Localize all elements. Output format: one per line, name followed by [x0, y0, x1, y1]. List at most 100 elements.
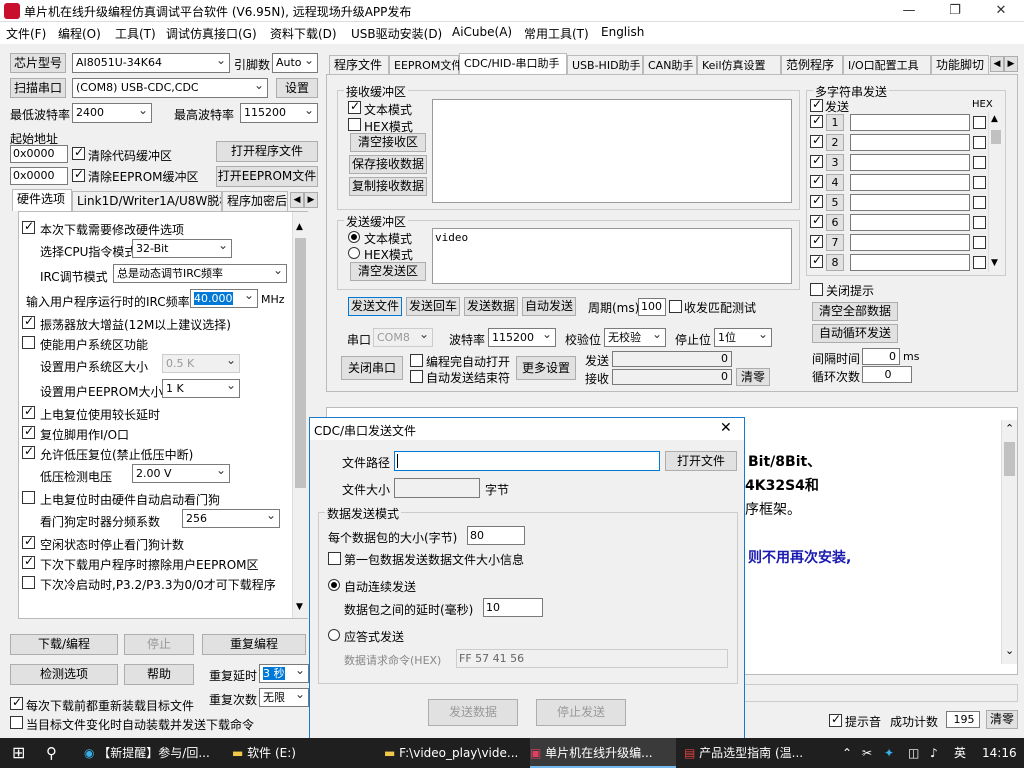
tab-eeprom-file[interactable]: EEPROM文件	[389, 55, 462, 75]
maximize-button[interactable]: ❐	[932, 0, 978, 22]
multi-row-send-checkbox[interactable]	[810, 173, 823, 188]
info-scrollbar[interactable]: ⌃ ⌄	[1001, 420, 1017, 664]
multi-row-send-checkbox[interactable]	[810, 153, 823, 168]
multi-scroll-down-icon[interactable]: ▼	[991, 258, 998, 268]
tray-volume-icon[interactable]: ◫	[908, 738, 919, 768]
menu-tools[interactable]: 工具(T)	[115, 25, 156, 42]
modify-hw-checkbox[interactable]	[22, 219, 35, 234]
scroll-down-icon[interactable]: ▼	[296, 602, 303, 612]
multi-send-all-checkbox[interactable]	[810, 97, 823, 112]
multi-row-send-checkbox[interactable]	[810, 193, 823, 208]
hw-scrollbar[interactable]: ▲ ▼	[292, 212, 308, 618]
request-cmd-input[interactable]: FF 57 41 56	[456, 649, 728, 668]
serial-port-select[interactable]: COM8	[373, 328, 433, 347]
tray-speaker-icon[interactable]: ♪	[930, 738, 938, 768]
multi-row-send-button[interactable]: 6	[826, 214, 844, 231]
long-delay-checkbox[interactable]	[22, 404, 35, 419]
tabs-scroll-left-icon[interactable]: ◀	[990, 56, 1004, 72]
interval-input[interactable]: 0	[862, 348, 900, 365]
tab-cdc-serial[interactable]: CDC/HID-串口助手	[459, 53, 567, 75]
close-port-button[interactable]: 关闭串口	[341, 356, 403, 380]
p32p33-checkbox[interactable]	[22, 576, 35, 589]
repeat-delay-select[interactable]: 3 秒	[259, 664, 309, 683]
match-test-checkbox[interactable]	[669, 300, 682, 313]
menu-download[interactable]: 资料下载(D)	[270, 25, 337, 42]
input-lang-indicator[interactable]: 英	[954, 738, 966, 768]
user-sys-checkbox[interactable]	[22, 336, 35, 349]
max-baud-select[interactable]: 115200	[240, 103, 318, 123]
multi-row-send-checkbox[interactable]	[810, 113, 823, 128]
multi-row-hex-checkbox[interactable]	[973, 176, 986, 189]
scroll-thumb[interactable]	[295, 238, 306, 488]
tab-encryption[interactable]: 程序加密后	[222, 191, 288, 211]
tabs-scroll-right-icon[interactable]: ▶	[1004, 56, 1018, 72]
menu-common-tools[interactable]: 常用工具(T)	[524, 25, 589, 42]
search-icon[interactable]: ⚲	[46, 738, 57, 768]
clear-receive-button[interactable]: 清空接收区	[350, 133, 426, 152]
scroll-up-icon[interactable]: ▲	[296, 222, 303, 232]
check-options-button[interactable]: 检测选项	[10, 664, 118, 685]
multi-row-input[interactable]	[850, 194, 970, 211]
multi-row-send-button[interactable]: 5	[826, 194, 844, 211]
taskbar-item-pdf[interactable]: ▤ 产品选型指南 (温...	[684, 738, 820, 768]
open-eeprom-button[interactable]: 打开EEPROM文件	[216, 166, 318, 187]
multi-scroll-thumb[interactable]	[991, 130, 1001, 144]
parity-select[interactable]: 无校验	[604, 328, 666, 347]
multi-row-input[interactable]	[850, 134, 970, 151]
clear-code-checkbox[interactable]	[72, 145, 85, 160]
recv-text-mode-checkbox[interactable]	[348, 99, 361, 114]
tab-io-config[interactable]: I/O口配置工具	[843, 55, 931, 75]
taskbar-item-explorer[interactable]: ▬ 软件 (E:)	[232, 738, 372, 768]
multi-row-hex-checkbox[interactable]	[973, 236, 986, 249]
multi-row-hex-checkbox[interactable]	[973, 116, 986, 129]
packet-size-input[interactable]: 80	[467, 526, 525, 545]
loop-count-input[interactable]: 0	[862, 366, 912, 383]
multi-row-send-button[interactable]: 2	[826, 134, 844, 151]
wdt-auto-checkbox[interactable]	[22, 491, 35, 504]
tab-pin-func[interactable]: 功能脚切	[931, 55, 989, 75]
auto-open-checkbox[interactable]	[410, 354, 423, 367]
code-address-input[interactable]: 0x0000	[10, 145, 68, 163]
save-receive-button[interactable]: 保存接收数据	[349, 155, 427, 174]
multi-row-send-button[interactable]: 7	[826, 234, 844, 251]
multi-row-send-button[interactable]: 1	[826, 114, 844, 131]
multi-row-send-button[interactable]: 8	[826, 254, 844, 271]
irc-mode-select[interactable]: 总是动态调节IRC频率	[113, 264, 287, 283]
auto-loop-button[interactable]: 自动循环发送	[812, 324, 898, 343]
taskbar-item-app[interactable]: ▣ 单片机在线升级编...	[530, 738, 676, 768]
send-textarea[interactable]: video	[432, 228, 792, 284]
multi-row-hex-checkbox[interactable]	[973, 256, 986, 269]
wdt-div-select[interactable]: 256	[182, 509, 280, 528]
file-path-input[interactable]	[394, 451, 660, 471]
stop-button[interactable]: 停止	[124, 634, 194, 655]
start-icon[interactable]: ⊞	[12, 738, 25, 768]
multi-row-send-checkbox[interactable]	[810, 133, 823, 148]
eeprom-address-input[interactable]: 0x0000	[10, 167, 68, 185]
send-file-button[interactable]: 发送文件	[348, 297, 402, 316]
send-enter-button[interactable]: 发送回车	[406, 297, 460, 316]
close-button[interactable]: ✕	[978, 0, 1024, 22]
open-program-button[interactable]: 打开程序文件	[216, 141, 318, 162]
multi-row-send-checkbox[interactable]	[810, 233, 823, 248]
chip-model-select[interactable]: AI8051U-34K64	[72, 53, 230, 73]
multi-row-send-button[interactable]: 4	[826, 174, 844, 191]
irc-freq-value[interactable]: 40.000	[194, 292, 233, 305]
menu-debug[interactable]: 调试仿真接口(G)	[166, 25, 257, 42]
tab-link1d[interactable]: Link1D/Writer1A/U8W脱机	[72, 191, 222, 211]
multi-row-send-checkbox[interactable]	[810, 253, 823, 268]
multi-row-hex-checkbox[interactable]	[973, 216, 986, 229]
multi-row-hex-checkbox[interactable]	[973, 196, 986, 209]
recv-hex-mode-checkbox[interactable]	[348, 118, 361, 131]
multi-row-input[interactable]	[850, 254, 970, 271]
scan-port-button[interactable]: 扫描串口	[10, 78, 66, 98]
multi-row-input[interactable]	[850, 114, 970, 131]
idle-wdt-checkbox[interactable]	[22, 534, 35, 549]
open-file-button[interactable]: 打开文件	[665, 451, 737, 471]
clear-all-button[interactable]: 清空全部数据	[812, 302, 898, 321]
multi-row-input[interactable]	[850, 154, 970, 171]
clear-eeprom-checkbox[interactable]	[72, 167, 85, 182]
tab-program-file[interactable]: 程序文件	[329, 55, 389, 75]
port-select[interactable]: (COM8) USB-CDC,CDC	[72, 78, 268, 98]
auto-send-button[interactable]: 自动发送	[522, 297, 576, 316]
info-scroll-down-icon[interactable]: ⌄	[1005, 644, 1014, 657]
